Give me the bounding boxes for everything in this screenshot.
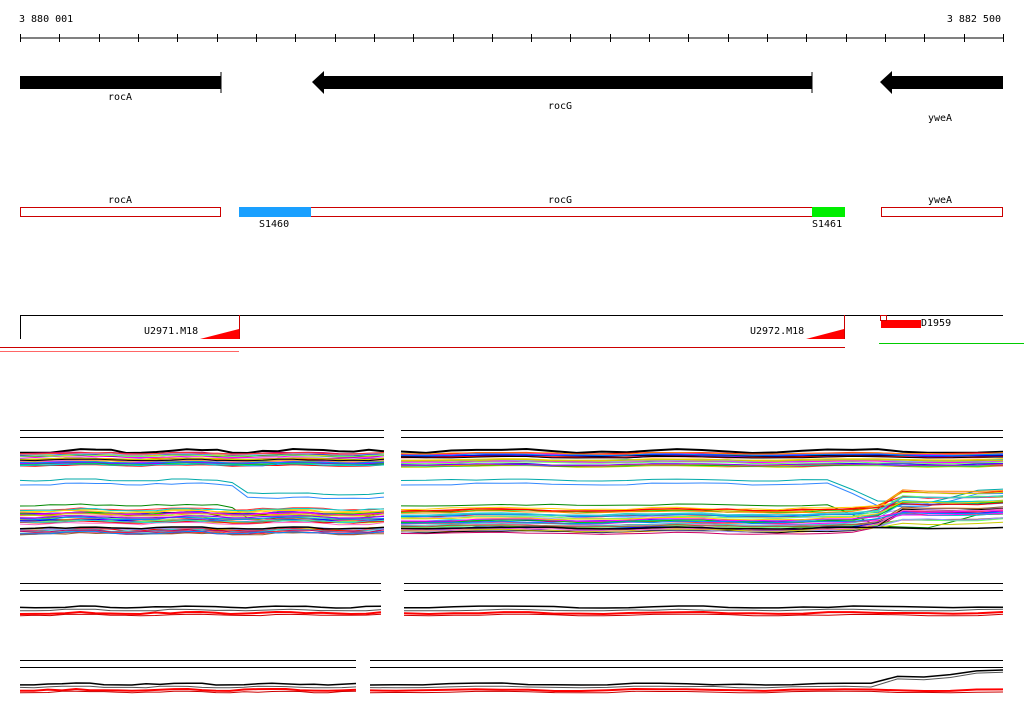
- profile-line: [20, 682, 357, 686]
- feature-u2972-ramp[interactable]: [806, 329, 844, 339]
- profile-line: [369, 669, 1004, 686]
- expression-panel-small: [19, 660, 357, 694]
- profile-line: [403, 613, 1004, 617]
- feature-d1959-block[interactable]: [881, 320, 921, 328]
- profile-line: [19, 685, 357, 689]
- feature-u2971-ramp[interactable]: [200, 329, 239, 339]
- segment-s1460[interactable]: [239, 207, 311, 217]
- profile-line: [19, 482, 385, 500]
- gene-arrow-roca[interactable]: [20, 76, 221, 89]
- position-ruler: [20, 34, 1004, 42]
- profile-line: [403, 608, 1004, 612]
- profile-line: [404, 605, 1004, 609]
- profile-line: [19, 478, 385, 496]
- expression-panel: [400, 430, 1004, 535]
- profile-line: [369, 671, 1004, 689]
- expression-panel: [19, 430, 385, 536]
- profile-line: [369, 687, 1004, 693]
- genome-browser-view: 3 880 001 3 882 500 rocA rocG yweA rocA …: [0, 0, 1024, 714]
- gene-arrow-rocg[interactable]: [312, 71, 812, 94]
- gene-arrow-ywea[interactable]: [880, 71, 1003, 94]
- segment-s1461[interactable]: [812, 207, 845, 217]
- feature-track: [0, 315, 1024, 352]
- expression-panel-small: [369, 660, 1004, 694]
- annotation-track: [20, 207, 1003, 217]
- profile-line: [20, 687, 357, 692]
- genome-tracks: [0, 34, 1024, 694]
- profile-line: [19, 613, 382, 617]
- feature-d1959-marker: [880, 315, 887, 321]
- profile-line: [19, 608, 382, 612]
- annotation-box-rocg[interactable]: [239, 207, 845, 217]
- annotation-box-roca[interactable]: [20, 207, 221, 217]
- annotation-box-ywea[interactable]: [881, 207, 1003, 217]
- expression-panel-small: [19, 583, 382, 617]
- expression-panel-small: [403, 583, 1004, 617]
- profile-line: [19, 690, 357, 694]
- gene-track: [20, 71, 1003, 94]
- profile-line: [19, 605, 382, 609]
- expression-profile-panels: [19, 430, 1004, 694]
